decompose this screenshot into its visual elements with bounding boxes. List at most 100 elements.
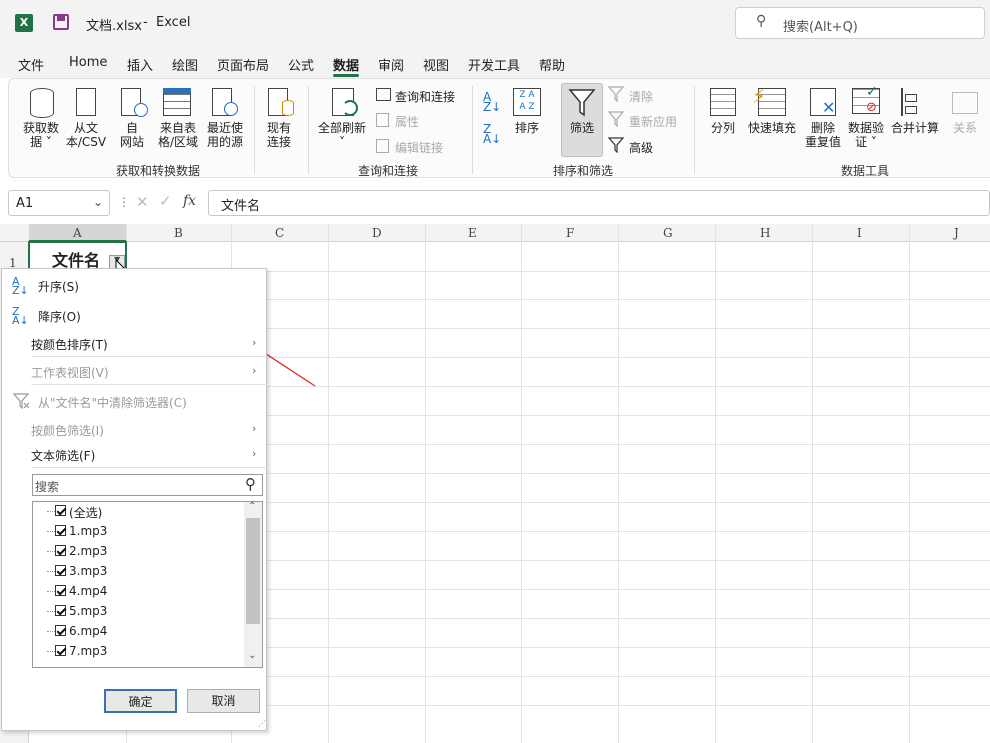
checkbox-item[interactable] [55, 605, 66, 616]
list-item[interactable]: 4.mp4 [69, 584, 107, 598]
consolidate-button[interactable]: 合并计算 [888, 121, 942, 135]
list-scrollbar[interactable]: ⌃ ⌄ [244, 501, 262, 667]
confirm-entry-icon[interactable]: ✓ [159, 192, 172, 210]
tab-insert[interactable]: 插入 [127, 55, 153, 74]
existing-connections-button[interactable]: 现有 连接 [260, 121, 298, 149]
menu-sort-by-color[interactable]: 按颜色排序(T) [31, 336, 108, 353]
tree-connector [47, 651, 55, 652]
edit-links-button[interactable]: 编辑链接 [395, 139, 443, 156]
from-text-csv-button[interactable]: 从文 本/CSV [62, 121, 110, 149]
menu-text-filter[interactable]: 文本筛选(F) [31, 447, 95, 464]
item-select-all[interactable]: (全选) [69, 504, 102, 521]
tab-formulas[interactable]: 公式 [288, 55, 314, 74]
column-header-h[interactable]: H [760, 226, 770, 240]
checkbox-item[interactable] [55, 545, 66, 556]
menu-filter-by-color[interactable]: 按颜色筛选(I) [31, 422, 104, 439]
column-header-g[interactable]: G [663, 226, 673, 240]
tab-developer[interactable]: 开发工具 [468, 55, 520, 74]
from-table-range-button[interactable]: 来自表 格/区域 [154, 121, 202, 149]
checkbox-item[interactable] [55, 525, 66, 536]
cell-a1[interactable]: 文件名 ▼ [28, 241, 127, 271]
reapply-button[interactable]: 重新应用 [629, 113, 677, 130]
cancel-button[interactable]: 取消 [187, 689, 260, 713]
column-header-f[interactable]: F [566, 226, 574, 240]
filter-button[interactable]: 筛选 [562, 121, 602, 135]
list-item[interactable]: 1.mp3 [69, 524, 107, 538]
list-item[interactable]: 6.mp4 [69, 624, 107, 638]
relationships-button[interactable]: 关系 [948, 121, 982, 135]
save-icon[interactable] [53, 14, 69, 30]
formula-input[interactable]: 文件名 [208, 190, 990, 216]
get-data-button[interactable]: 获取数 据 ˅ [18, 121, 64, 149]
checkbox-item[interactable] [55, 625, 66, 636]
tab-view[interactable]: 视图 [423, 55, 449, 74]
column-header-e[interactable]: E [468, 226, 477, 240]
grid-line [521, 224, 522, 743]
refresh-all-button[interactable]: 全部刷新 ˅ [314, 121, 370, 149]
lightning-icon: ⚡ [752, 84, 767, 108]
tab-review[interactable]: 审阅 [378, 55, 404, 74]
tree-connector [47, 531, 55, 532]
grid-line [328, 224, 329, 743]
column-header-a[interactable]: A [73, 226, 82, 240]
tab-page-layout[interactable]: 页面布局 [217, 55, 269, 74]
sort-icon: Z AA Z [513, 88, 541, 116]
column-header-b[interactable]: B [174, 226, 183, 240]
column-header-c[interactable]: C [275, 226, 284, 240]
menu-sheet-view[interactable]: 工作表视图(V) [31, 364, 109, 381]
resize-grip-icon[interactable]: ⋰ [258, 719, 266, 728]
name-box[interactable]: A1 ⌄ [8, 190, 110, 216]
scroll-down-icon[interactable]: ⌄ [248, 650, 256, 661]
filter-values-list[interactable] [32, 501, 263, 668]
sort-za-icon[interactable]: Z A↓ [483, 123, 501, 145]
checkbox-select-all[interactable] [55, 505, 66, 516]
tab-draw[interactable]: 绘图 [172, 55, 198, 74]
text-file-icon [76, 88, 96, 116]
column-header-j[interactable]: J [954, 226, 959, 240]
list-item[interactable]: 5.mp3 [69, 604, 107, 618]
insert-function-icon[interactable]: fx [183, 193, 196, 209]
menu-sort-descending[interactable]: 降序(O) [38, 308, 81, 325]
properties-button[interactable]: 属性 [395, 113, 419, 130]
list-item[interactable]: 3.mp3 [69, 564, 107, 578]
tab-home[interactable]: Home [69, 55, 107, 70]
checkbox-item[interactable] [55, 565, 66, 576]
filter-search-input[interactable]: 搜索 ⚲ [32, 474, 263, 496]
sort-button[interactable]: 排序 [510, 121, 544, 135]
properties-icon [376, 113, 389, 127]
filter-menu: A Z↓ 升序(S) Z A↓ 降序(O) 按颜色排序(T) › 工作表视图(V) … [1, 268, 267, 731]
queries-connections-button[interactable]: 查询和连接 [395, 88, 455, 105]
cancel-entry-icon[interactable]: ✕ [136, 193, 149, 211]
scroll-thumb[interactable] [246, 518, 260, 624]
checkbox-item[interactable] [55, 645, 66, 656]
tab-file[interactable]: 文件 [18, 55, 44, 74]
menu-sort-ascending[interactable]: 升序(S) [38, 278, 79, 295]
connection-cylinder-icon [282, 100, 294, 116]
advanced-button[interactable]: 高级 [629, 139, 653, 156]
column-header-i[interactable]: I [857, 226, 862, 240]
list-item[interactable]: 7.mp3 [69, 644, 107, 658]
ok-button[interactable]: 确定 [104, 689, 177, 713]
list-item[interactable]: 2.mp3 [69, 544, 107, 558]
clear-button[interactable]: 清除 [629, 88, 653, 105]
remove-duplicates-button[interactable]: 删除 重复值 [800, 121, 846, 149]
scroll-up-icon[interactable]: ⌃ [248, 501, 256, 512]
text-to-columns-button[interactable]: 分列 [704, 121, 742, 135]
chevron-down-icon[interactable]: ⌄ [93, 195, 103, 209]
search-box[interactable]: ⚲ 搜索(Alt+Q) [735, 7, 985, 39]
group-label-data-tools: 数据工具 [841, 164, 890, 178]
from-web-button[interactable]: 自 网站 [114, 121, 150, 149]
tab-help[interactable]: 帮助 [539, 55, 565, 74]
menu-separator [31, 356, 267, 357]
menu-clear-filter[interactable]: 从"文件名"中清除筛选器(C) [38, 394, 187, 411]
more-options-icon[interactable]: ⋮ [118, 195, 130, 209]
flash-fill-button[interactable]: 快速填充 [746, 121, 798, 135]
tree-connector [47, 551, 55, 552]
recent-sources-button[interactable]: 最近使 用的源 [202, 121, 248, 149]
column-header-d[interactable]: D [372, 226, 382, 240]
tab-data[interactable]: 数据 [333, 55, 359, 74]
sort-az-icon[interactable]: A Z↓ [483, 91, 501, 113]
checkbox-item[interactable] [55, 585, 66, 596]
data-validation-button[interactable]: 数据验 证 ˅ [844, 121, 888, 149]
group-label-queries: 查询和连接 [358, 164, 419, 178]
